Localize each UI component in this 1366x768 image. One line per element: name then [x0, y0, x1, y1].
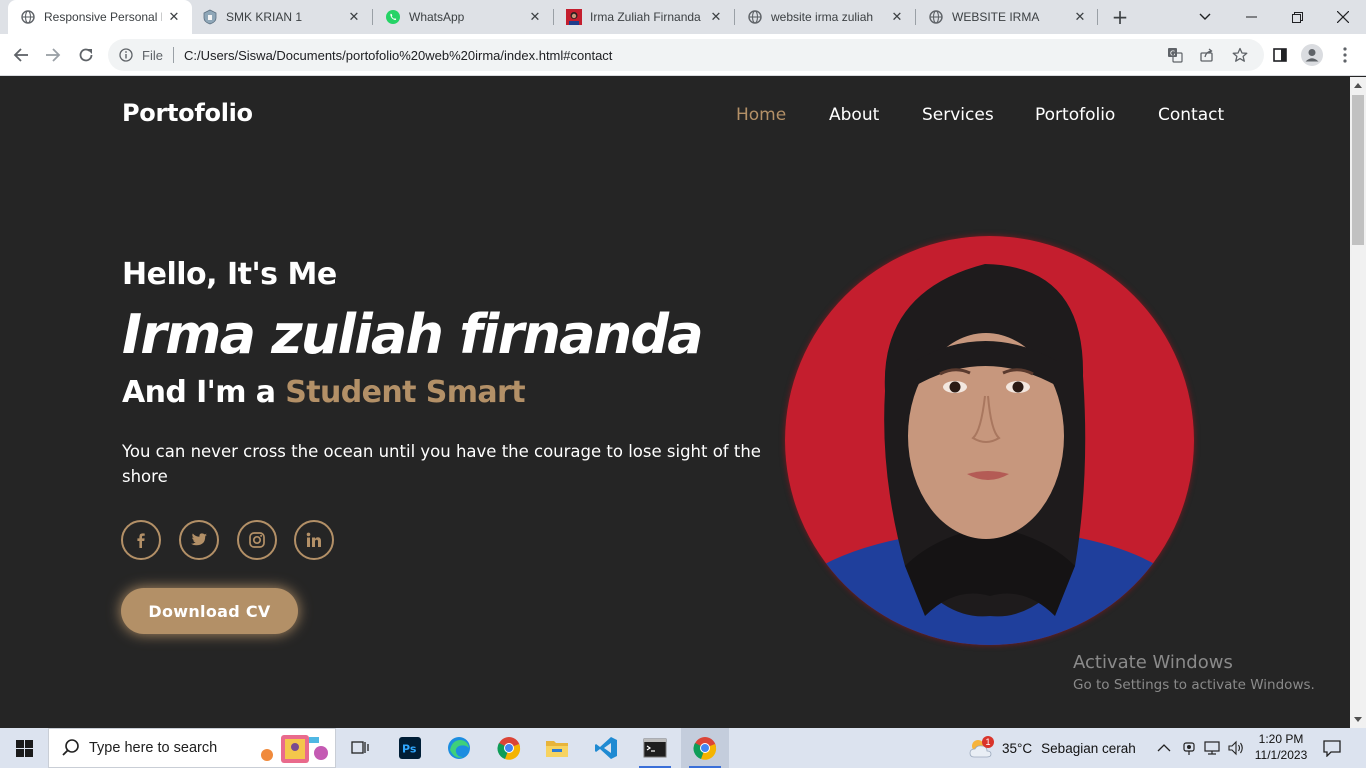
close-tab-icon[interactable]: ✕	[166, 9, 182, 25]
school-logo-icon	[202, 9, 218, 25]
close-tab-icon[interactable]: ✕	[1072, 9, 1088, 25]
tab-strip: Responsive Personal Portfolio ✕ SMK KRIA…	[0, 0, 1366, 34]
weather-badge: 1	[982, 736, 994, 748]
windows-start-icon[interactable]	[0, 728, 48, 768]
bookmark-star-icon[interactable]	[1232, 47, 1248, 63]
tab-smk-krian[interactable]: SMK KRIAN 1 ✕	[190, 0, 372, 34]
nav-home[interactable]: Home	[736, 105, 786, 125]
watermark-title: Activate Windows	[1073, 652, 1233, 673]
close-tab-icon[interactable]: ✕	[889, 9, 905, 25]
clock-time: 1:20 PM	[1258, 732, 1304, 746]
tab-title: website irma zuliah	[771, 10, 874, 24]
edge-icon[interactable]	[435, 728, 483, 768]
share-icon[interactable]	[1199, 47, 1215, 63]
back-icon[interactable]	[7, 41, 35, 69]
tab-title: Irma Zuliah Firnanda	[590, 10, 701, 24]
tab-title: Responsive Personal Portfolio	[44, 10, 162, 24]
tab-title: WEBSITE IRMA	[952, 10, 1040, 24]
profile-avatar-icon[interactable]	[1298, 41, 1326, 69]
role-prefix: And I'm a	[122, 375, 276, 410]
site-logo[interactable]: Portofolio	[122, 99, 253, 127]
scroll-up-arrow-icon[interactable]	[1354, 83, 1362, 88]
linkedin-icon[interactable]	[294, 520, 334, 560]
nav-about[interactable]: About	[829, 105, 879, 125]
tab-irma-zuliah[interactable]: Irma Zuliah Firnanda ✕	[554, 0, 734, 34]
activate-windows-watermark: Activate Windows Go to Settings to activ…	[1073, 652, 1315, 693]
restore-icon[interactable]	[1274, 0, 1320, 34]
profile-photo	[785, 236, 1194, 645]
instagram-icon[interactable]	[237, 520, 277, 560]
weather-description: Sebagian cerah	[1041, 740, 1136, 756]
search-icon	[62, 739, 79, 756]
globe-icon	[20, 9, 36, 25]
svg-text:Ps: Ps	[402, 743, 417, 756]
browser-toolbar: File C:/Users/Siswa/Documents/portofolio…	[0, 34, 1366, 76]
tab-website-irma-zuliah[interactable]: website irma zuliah ✕	[735, 0, 915, 34]
reload-icon[interactable]	[72, 41, 100, 69]
translate-icon[interactable]: G	[1167, 47, 1183, 63]
url-text[interactable]: C:/Users/Siswa/Documents/portofolio%20we…	[184, 48, 612, 63]
tab-title: SMK KRIAN 1	[226, 10, 303, 24]
chrome-icon[interactable]	[485, 728, 533, 768]
nav-contact[interactable]: Contact	[1158, 105, 1224, 125]
address-bar[interactable]: File C:/Users/Siswa/Documents/portofolio…	[108, 39, 1264, 71]
show-hidden-icons-chevron-icon[interactable]	[1157, 728, 1171, 768]
volume-icon[interactable]	[1228, 728, 1246, 768]
meet-now-icon[interactable]	[1182, 728, 1196, 768]
role-highlight: Student Smart	[285, 375, 525, 410]
windows-taskbar: Type here to search Ps 1 35°C Sebagian c…	[0, 728, 1366, 768]
page-scrollbar[interactable]	[1350, 77, 1366, 728]
scrollbar-thumb[interactable]	[1352, 95, 1364, 245]
weather-widget[interactable]: 1 35°C Sebagian cerah	[968, 728, 1136, 768]
info-icon[interactable]	[118, 47, 134, 63]
twitter-icon[interactable]	[179, 520, 219, 560]
globe-icon	[928, 9, 944, 25]
taskbar-search[interactable]: Type here to search	[48, 728, 336, 768]
hero-name: Irma zuliah firnanda	[122, 303, 704, 366]
globe-icon	[747, 9, 763, 25]
search-highlight-illustration-icon	[261, 735, 328, 763]
download-cv-button[interactable]: Download CV	[121, 588, 298, 634]
nav-portofolio[interactable]: Portofolio	[1035, 105, 1115, 125]
close-window-icon[interactable]	[1320, 0, 1366, 34]
search-placeholder: Type here to search	[89, 740, 218, 756]
close-tab-icon[interactable]: ✕	[527, 9, 543, 25]
clock-date: 11/1/2023	[1254, 748, 1308, 762]
weather-temp: 35°C	[1002, 740, 1033, 756]
scheme-label: File	[142, 47, 163, 63]
task-view-icon[interactable]	[336, 728, 384, 768]
tab-responsive-portfolio[interactable]: Responsive Personal Portfolio ✕	[8, 0, 192, 34]
hero-role: And I'm a Student Smart	[122, 375, 526, 410]
profile-photo-icon	[566, 9, 582, 25]
nav-services[interactable]: Services	[922, 105, 994, 125]
tab-separator	[1097, 9, 1098, 25]
tab-whatsapp[interactable]: WhatsApp ✕	[373, 0, 553, 34]
omnibox-divider	[172, 47, 174, 63]
tab-title: WhatsApp	[409, 10, 465, 24]
scroll-down-arrow-icon[interactable]	[1354, 717, 1362, 722]
menu-kebab-icon[interactable]	[1331, 41, 1359, 69]
chrome-icon[interactable]	[681, 728, 729, 768]
file-explorer-icon[interactable]	[533, 728, 581, 768]
photoshop-icon[interactable]: Ps	[386, 728, 434, 768]
facebook-icon[interactable]	[121, 520, 161, 560]
watermark-subtitle: Go to Settings to activate Windows.	[1073, 677, 1315, 693]
portfolio-page: Portofolio Home About Services Portofoli…	[0, 77, 1350, 728]
tab-website-irma[interactable]: WEBSITE IRMA ✕	[916, 0, 1098, 34]
forward-icon[interactable]	[39, 41, 67, 69]
network-icon[interactable]	[1204, 728, 1222, 768]
vscode-icon[interactable]	[582, 728, 630, 768]
close-tab-icon[interactable]: ✕	[346, 9, 362, 25]
terminal-icon[interactable]	[631, 728, 679, 768]
hero-greeting: Hello, It's Me	[122, 257, 337, 292]
minimize-icon[interactable]	[1228, 0, 1274, 34]
whatsapp-icon	[385, 9, 401, 25]
hero-quote: You can never cross the ocean until you …	[122, 442, 761, 486]
close-tab-icon[interactable]: ✕	[708, 9, 724, 25]
new-tab-button[interactable]: +	[1108, 5, 1132, 29]
notification-center-icon[interactable]	[1322, 728, 1342, 768]
tab-search-chevron-icon[interactable]	[1182, 0, 1228, 34]
taskbar-clock[interactable]: 1:20 PM 11/1/2023	[1252, 731, 1310, 763]
side-panel-icon[interactable]	[1266, 41, 1294, 69]
